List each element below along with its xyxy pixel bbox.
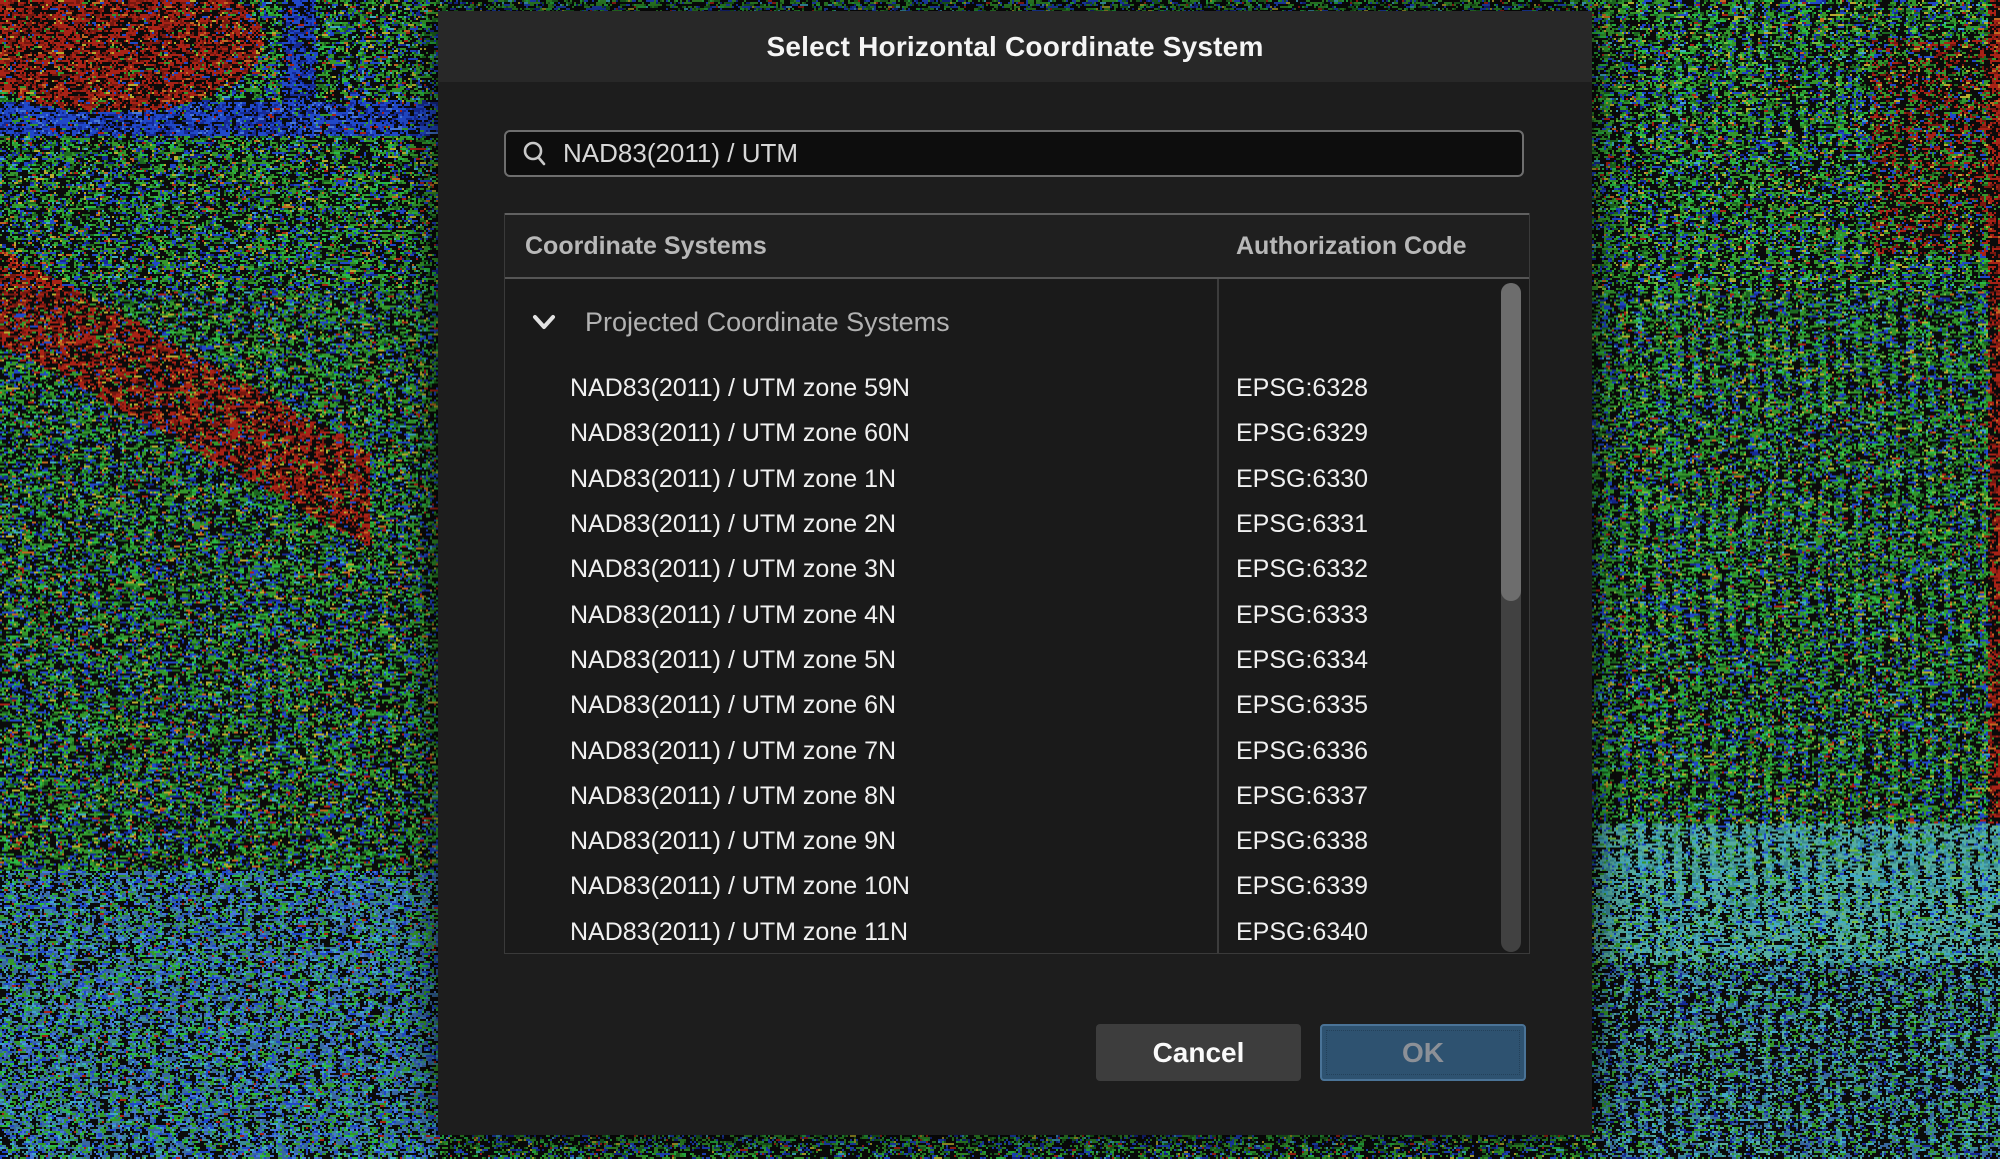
- table-row[interactable]: NAD83(2011) / UTM zone 9N EPSG:6338: [505, 819, 1529, 864]
- row-coordinate-system-name: NAD83(2011) / UTM zone 9N: [505, 827, 896, 856]
- row-authorization-code: EPSG:6331: [1236, 510, 1368, 539]
- row-authorization-code: EPSG:6339: [1236, 872, 1368, 901]
- search-box: [504, 130, 1524, 177]
- table-header: Coordinate Systems Authorization Code: [505, 213, 1529, 279]
- table-row[interactable]: NAD83(2011) / UTM zone 10N EPSG:6339: [505, 864, 1529, 909]
- table-row[interactable]: NAD83(2011) / UTM zone 4N EPSG:6333: [505, 592, 1529, 637]
- row-coordinate-system-name: NAD83(2011) / UTM zone 3N: [505, 555, 896, 584]
- search-icon: [521, 140, 549, 168]
- row-authorization-code: EPSG:6328: [1236, 374, 1368, 403]
- row-authorization-code: EPSG:6335: [1236, 691, 1368, 720]
- row-authorization-code: EPSG:6332: [1236, 555, 1368, 584]
- row-coordinate-system-name: NAD83(2011) / UTM zone 60N: [505, 419, 910, 448]
- table-row[interactable]: NAD83(2011) / UTM zone 6N EPSG:6335: [505, 683, 1529, 728]
- table-row[interactable]: NAD83(2011) / UTM zone 5N EPSG:6334: [505, 638, 1529, 683]
- ok-button[interactable]: OK: [1320, 1024, 1526, 1081]
- table-row[interactable]: NAD83(2011) / UTM zone 8N EPSG:6337: [505, 774, 1529, 819]
- scrollbar-thumb[interactable]: [1501, 283, 1521, 601]
- row-authorization-code: EPSG:6334: [1236, 646, 1368, 675]
- table-row[interactable]: NAD83(2011) / UTM zone 2N EPSG:6331: [505, 502, 1529, 547]
- row-authorization-code: EPSG:6340: [1236, 918, 1368, 947]
- row-authorization-code: EPSG:6333: [1236, 601, 1368, 630]
- cancel-button[interactable]: Cancel: [1096, 1024, 1301, 1081]
- table-row[interactable]: NAD83(2011) / UTM zone 7N EPSG:6336: [505, 728, 1529, 773]
- table-body-rows: NAD83(2011) / UTM zone 59N EPSG:6328 NAD…: [505, 366, 1529, 954]
- table-row[interactable]: NAD83(2011) / UTM zone 59N EPSG:6328: [505, 366, 1529, 411]
- row-coordinate-system-name: NAD83(2011) / UTM zone 2N: [505, 510, 896, 539]
- select-horizontal-coordinate-system-dialog: Select Horizontal Coordinate System Coor…: [438, 11, 1592, 1135]
- row-coordinate-system-name: NAD83(2011) / UTM zone 5N: [505, 646, 896, 675]
- group-row-projected-coordinate-systems[interactable]: Projected Coordinate Systems: [505, 281, 1215, 363]
- column-header-authorization-code: Authorization Code: [1236, 215, 1467, 277]
- row-authorization-code: EPSG:6338: [1236, 827, 1368, 856]
- row-authorization-code: EPSG:6330: [1236, 465, 1368, 494]
- table-row[interactable]: NAD83(2011) / UTM zone 11N EPSG:6340: [505, 910, 1529, 954]
- scrollbar[interactable]: [1501, 283, 1521, 952]
- table-row[interactable]: NAD83(2011) / UTM zone 60N EPSG:6329: [505, 411, 1529, 456]
- row-authorization-code: EPSG:6336: [1236, 737, 1368, 766]
- row-coordinate-system-name: NAD83(2011) / UTM zone 4N: [505, 601, 896, 630]
- dialog-buttons: Cancel OK: [1096, 1024, 1526, 1081]
- row-authorization-code: EPSG:6329: [1236, 419, 1368, 448]
- row-coordinate-system-name: NAD83(2011) / UTM zone 11N: [505, 918, 908, 947]
- row-coordinate-system-name: NAD83(2011) / UTM zone 6N: [505, 691, 896, 720]
- chevron-down-icon: [527, 305, 561, 339]
- coordinate-systems-table: Coordinate Systems Authorization Code Pr…: [504, 213, 1530, 954]
- row-coordinate-system-name: NAD83(2011) / UTM zone 1N: [505, 465, 896, 494]
- row-authorization-code: EPSG:6337: [1236, 782, 1368, 811]
- row-coordinate-system-name: NAD83(2011) / UTM zone 59N: [505, 374, 910, 403]
- table-row[interactable]: NAD83(2011) / UTM zone 3N EPSG:6332: [505, 547, 1529, 592]
- table-row[interactable]: NAD83(2011) / UTM zone 1N EPSG:6330: [505, 457, 1529, 502]
- row-coordinate-system-name: NAD83(2011) / UTM zone 8N: [505, 782, 896, 811]
- column-header-coordinate-systems: Coordinate Systems: [525, 215, 767, 277]
- dialog-title: Select Horizontal Coordinate System: [438, 11, 1592, 82]
- row-coordinate-system-name: NAD83(2011) / UTM zone 10N: [505, 872, 910, 901]
- group-label: Projected Coordinate Systems: [585, 307, 950, 338]
- row-coordinate-system-name: NAD83(2011) / UTM zone 7N: [505, 737, 896, 766]
- search-input[interactable]: [563, 132, 1508, 175]
